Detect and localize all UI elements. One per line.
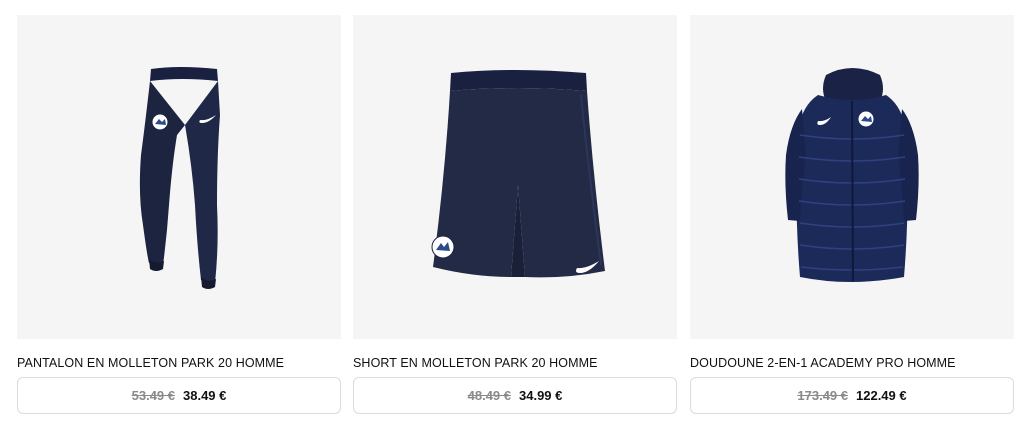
product-name[interactable]: DOUDOUNE 2-EN-1 ACADEMY PRO HOMME: [690, 356, 956, 370]
product-card[interactable]: PANTALON EN MOLLETON PARK 20 HOMME 53.49…: [17, 15, 341, 414]
product-card[interactable]: DOUDOUNE 2-EN-1 ACADEMY PRO HOMME 173.49…: [690, 15, 1014, 414]
product-grid: PANTALON EN MOLLETON PARK 20 HOMME 53.49…: [0, 0, 1024, 430]
product-image[interactable]: [353, 15, 677, 339]
product-name[interactable]: PANTALON EN MOLLETON PARK 20 HOMME: [17, 356, 284, 370]
original-price: 53.49 €: [131, 388, 175, 403]
navy-shorts-icon: [431, 70, 605, 278]
price-box[interactable]: 173.49 € 122.49 €: [690, 377, 1014, 414]
navy-long-puffer-jacket-icon: [785, 68, 919, 282]
sale-price: 34.99 €: [519, 388, 563, 403]
original-price: 48.49 €: [467, 388, 511, 403]
product-image[interactable]: [690, 15, 1014, 339]
product-card[interactable]: SHORT EN MOLLETON PARK 20 HOMME 48.49 € …: [353, 15, 677, 414]
product-name[interactable]: SHORT EN MOLLETON PARK 20 HOMME: [353, 356, 598, 370]
price-box[interactable]: 53.49 € 38.49 €: [17, 377, 341, 414]
sale-price: 38.49 €: [183, 388, 227, 403]
product-image[interactable]: [17, 15, 341, 339]
sale-price: 122.49 €: [856, 388, 907, 403]
price-box[interactable]: 48.49 € 34.99 €: [353, 377, 677, 414]
navy-jogging-pants-icon: [139, 67, 220, 289]
original-price: 173.49 €: [797, 388, 848, 403]
